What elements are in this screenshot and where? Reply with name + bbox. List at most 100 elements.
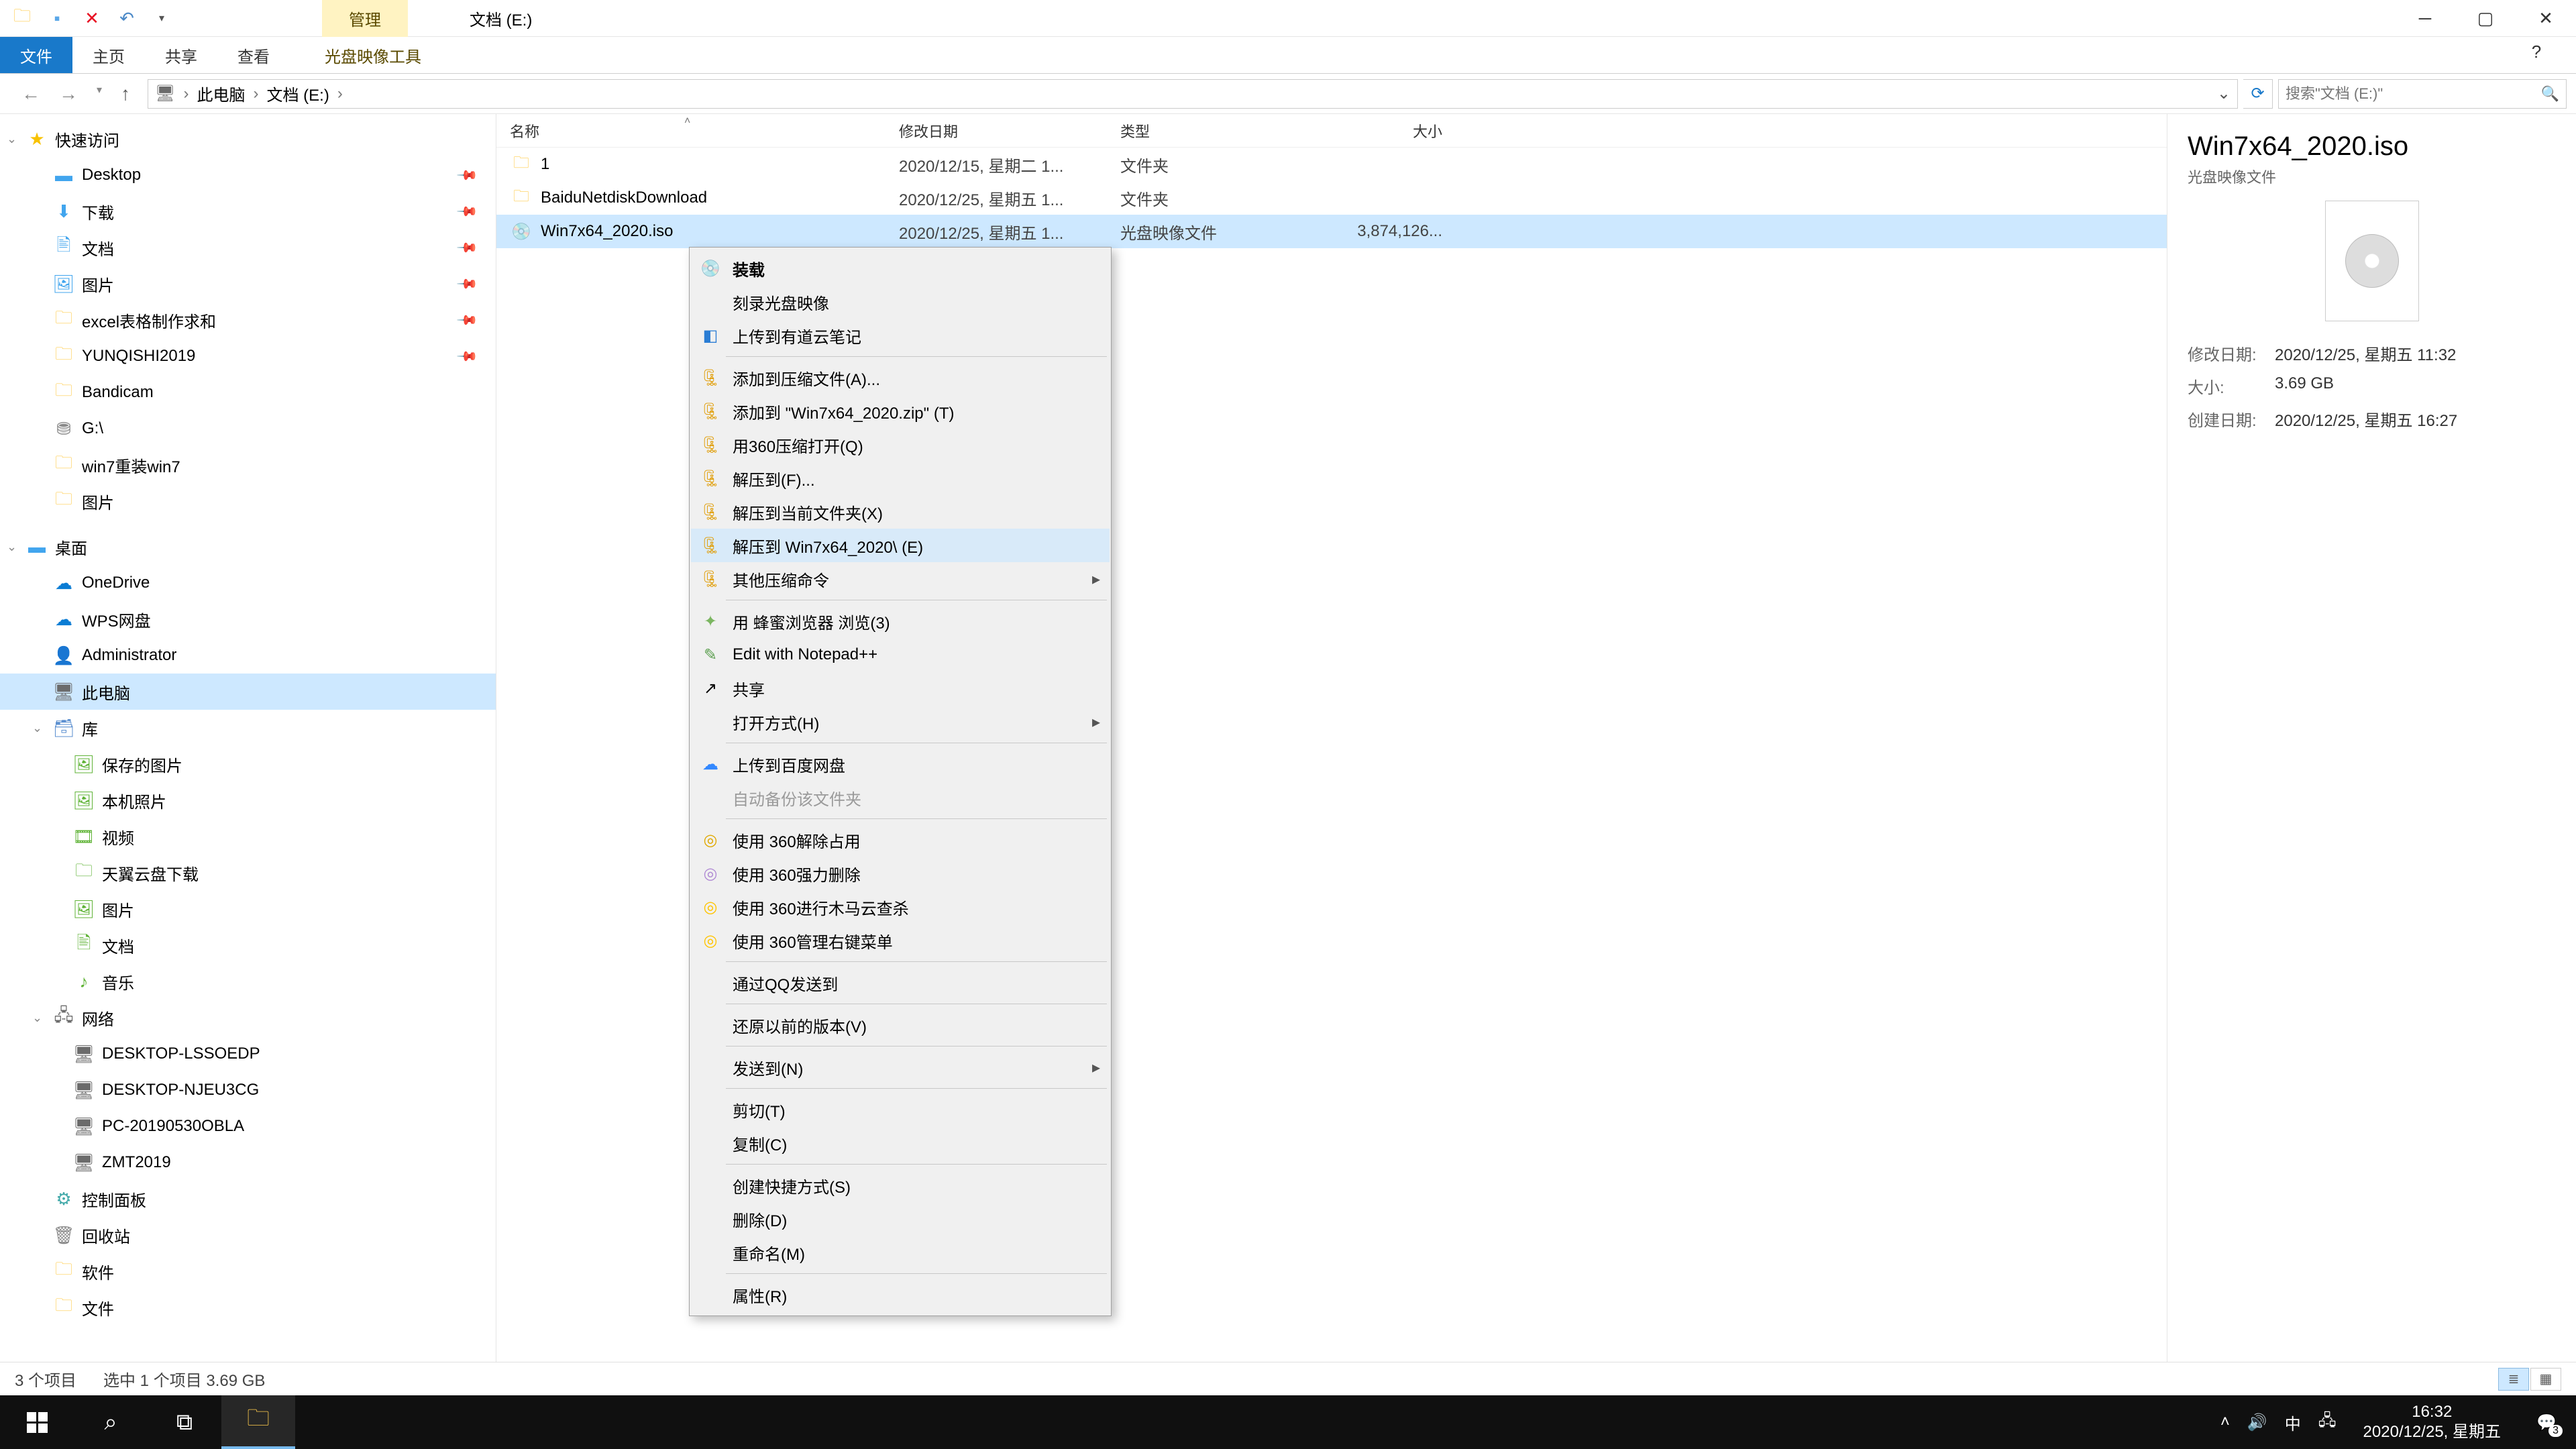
up-button[interactable]: ↑ bbox=[121, 83, 130, 105]
sidebar-item-gdrive[interactable]: ⛃G:\ bbox=[0, 411, 496, 447]
file-row[interactable]: 🗀 1 2020/12/15, 星期二 1... 文件夹 bbox=[496, 148, 2167, 181]
sidebar-item-documents[interactable]: 🖹文档📌 bbox=[0, 229, 496, 266]
minimize-button[interactable]: ─ bbox=[2395, 0, 2455, 37]
action-center-button[interactable]: 💬3 bbox=[2528, 1403, 2565, 1441]
view-thumbnails-button[interactable]: ▦ bbox=[2530, 1368, 2561, 1391]
ctx-rename[interactable]: 重命名(M) bbox=[691, 1236, 1110, 1269]
search-icon[interactable]: 🔍 bbox=[2541, 85, 2559, 103]
caret-down-icon[interactable]: ⌄ bbox=[7, 132, 17, 146]
breadcrumb-dropdown-icon[interactable]: ⌄ bbox=[2217, 84, 2231, 103]
ctx-extract-folder[interactable]: 🗜解压到 Win7x64_2020\ (E) bbox=[691, 529, 1110, 562]
ctx-notepadpp[interactable]: ✎Edit with Notepad++ bbox=[691, 638, 1110, 672]
search-box[interactable]: 🔍 bbox=[2278, 79, 2567, 109]
tab-view[interactable]: 查看 bbox=[217, 37, 290, 73]
col-name[interactable]: 名称 bbox=[510, 120, 899, 142]
ctx-extract-here[interactable]: 🗜解压到当前文件夹(X) bbox=[691, 495, 1110, 529]
ctx-properties[interactable]: 属性(R) bbox=[691, 1278, 1110, 1311]
taskbar-clock[interactable]: 16:32 2020/12/25, 星期五 bbox=[2354, 1402, 2510, 1442]
sidebar-item-pictures[interactable]: 🖼图片📌 bbox=[0, 266, 496, 302]
ctx-cut[interactable]: 剪切(T) bbox=[691, 1093, 1110, 1126]
help-icon[interactable]: ? bbox=[2506, 42, 2567, 62]
sidebar-item-netpc[interactable]: 🖥DESKTOP-NJEU3CG bbox=[0, 1072, 496, 1108]
sidebar-item-excel[interactable]: 🗀excel表格制作求和📌 bbox=[0, 302, 496, 338]
sidebar-item-wps[interactable]: ☁WPS网盘 bbox=[0, 601, 496, 637]
sidebar-item-bandicam[interactable]: 🗀Bandicam bbox=[0, 374, 496, 411]
ctx-360-trojan[interactable]: ◎使用 360进行木马云查杀 bbox=[691, 890, 1110, 924]
ctx-open-360zip[interactable]: 🗜用360压缩打开(Q) bbox=[691, 428, 1110, 462]
tab-home[interactable]: 主页 bbox=[72, 37, 145, 73]
ctx-baidu-upload[interactable]: ☁上传到百度网盘 bbox=[691, 747, 1110, 781]
refresh-button[interactable]: ⟳ bbox=[2243, 79, 2273, 109]
sidebar-item-admin[interactable]: 👤Administrator bbox=[0, 637, 496, 674]
sidebar-item-documents-lib[interactable]: 🖹文档 bbox=[0, 927, 496, 963]
sidebar-item-downloads[interactable]: ⬇下载📌 bbox=[0, 193, 496, 229]
ctx-share[interactable]: ↗共享 bbox=[691, 672, 1110, 705]
ctx-restore-version[interactable]: 还原以前的版本(V) bbox=[691, 1008, 1110, 1042]
sidebar-desktop-header[interactable]: ⌄▬桌面 bbox=[0, 529, 496, 565]
caret-down-icon[interactable]: ⌄ bbox=[32, 1011, 42, 1025]
qat-dropdown-icon[interactable]: ▾ bbox=[152, 8, 172, 28]
ctx-send-to[interactable]: 发送到(N)▸ bbox=[691, 1051, 1110, 1084]
sidebar-item-control-panel[interactable]: ⚙控制面板 bbox=[0, 1181, 496, 1217]
ctx-extract-to[interactable]: 🗜解压到(F)... bbox=[691, 462, 1110, 495]
caret-down-icon[interactable]: ⌄ bbox=[7, 540, 17, 554]
sidebar-item-pictures-lib[interactable]: 🖼图片 bbox=[0, 891, 496, 927]
sidebar-item-pictures2[interactable]: 🗀图片 bbox=[0, 483, 496, 519]
col-type[interactable]: 类型 bbox=[1120, 120, 1308, 142]
ctx-open-with[interactable]: 打开方式(H)▸ bbox=[691, 705, 1110, 739]
start-button[interactable] bbox=[0, 1395, 74, 1449]
ctx-mount[interactable]: 💿装载 bbox=[691, 252, 1110, 285]
taskbar-explorer-button[interactable]: 🗀 bbox=[221, 1395, 295, 1449]
qat-props-icon[interactable]: ▪ bbox=[47, 8, 67, 28]
sidebar-item-tianyi[interactable]: 🗀天翼云盘下载 bbox=[0, 855, 496, 891]
ctx-delete[interactable]: 删除(D) bbox=[691, 1202, 1110, 1236]
sidebar-item-thispc[interactable]: 🖥此电脑 bbox=[0, 674, 496, 710]
sidebar-item-saved-pictures[interactable]: 🖼保存的图片 bbox=[0, 746, 496, 782]
ctx-qq-send[interactable]: 通过QQ发送到 bbox=[691, 966, 1110, 1000]
forward-button[interactable]: → bbox=[59, 83, 78, 105]
qat-undo-icon[interactable]: ↶ bbox=[117, 8, 137, 28]
tray-network-icon[interactable]: 🖧 bbox=[2318, 1409, 2337, 1436]
ctx-other-compress[interactable]: 🗜其他压缩命令▸ bbox=[691, 562, 1110, 596]
sidebar-item-netpc[interactable]: 🖥DESKTOP-LSSOEDP bbox=[0, 1036, 496, 1072]
tab-file[interactable]: 文件 bbox=[0, 37, 72, 73]
ctx-360-forcedel[interactable]: ◎使用 360强力删除 bbox=[691, 857, 1110, 890]
sidebar-item-onedrive[interactable]: ☁OneDrive bbox=[0, 565, 496, 601]
ctx-add-zip[interactable]: 🗜添加到 "Win7x64_2020.zip" (T) bbox=[691, 394, 1110, 428]
sidebar-item-camera-roll[interactable]: 🖼本机照片 bbox=[0, 782, 496, 818]
tray-volume-icon[interactable]: 🔊 bbox=[2247, 1413, 2267, 1432]
taskbar-search-button[interactable]: ⌕ bbox=[74, 1395, 148, 1449]
chevron-right-icon[interactable]: › bbox=[250, 85, 263, 103]
ctx-copy[interactable]: 复制(C) bbox=[691, 1126, 1110, 1160]
tray-overflow-icon[interactable]: ˄ bbox=[2220, 1413, 2230, 1432]
task-view-button[interactable]: ⧉ bbox=[148, 1395, 221, 1449]
file-row-selected[interactable]: 💿 Win7x64_2020.iso 2020/12/25, 星期五 1... … bbox=[496, 215, 2167, 248]
sidebar-item-files[interactable]: 🗀文件 bbox=[0, 1289, 496, 1326]
col-modified[interactable]: 修改日期 bbox=[899, 120, 1120, 142]
breadcrumb-root[interactable]: 此电脑 bbox=[197, 82, 246, 105]
ctx-youdao[interactable]: ◧上传到有道云笔记 bbox=[691, 319, 1110, 352]
qat-delete-icon[interactable]: ✕ bbox=[82, 8, 102, 28]
caret-down-icon[interactable]: ⌄ bbox=[32, 721, 42, 735]
ctx-shortcut[interactable]: 创建快捷方式(S) bbox=[691, 1169, 1110, 1202]
sidebar-item-netpc[interactable]: 🖥ZMT2019 bbox=[0, 1144, 496, 1181]
tab-disc-image-tools[interactable]: 光盘映像工具 bbox=[305, 37, 441, 73]
file-row[interactable]: 🗀 BaiduNetdiskDownload 2020/12/25, 星期五 1… bbox=[496, 181, 2167, 215]
sidebar-item-netpc[interactable]: 🖥PC-20190530OBLA bbox=[0, 1108, 496, 1144]
breadcrumb-folder[interactable]: 文档 (E:) bbox=[267, 82, 329, 105]
sidebar-item-libraries[interactable]: ⌄🗃库 bbox=[0, 710, 496, 746]
ctx-360-unlock[interactable]: ◎使用 360解除占用 bbox=[691, 823, 1110, 857]
sidebar-item-software[interactable]: 🗀软件 bbox=[0, 1253, 496, 1289]
ctx-burn[interactable]: 刻录光盘映像 bbox=[691, 285, 1110, 319]
sidebar-item-yunqishi[interactable]: 🗀YUNQISHI2019📌 bbox=[0, 338, 496, 374]
sidebar-item-recycle[interactable]: 🗑回收站 bbox=[0, 1217, 496, 1253]
recent-dropdown-icon[interactable]: ▾ bbox=[97, 83, 102, 105]
view-details-button[interactable]: ≣ bbox=[2498, 1368, 2529, 1391]
sidebar-item-videos-lib[interactable]: 🎞视频 bbox=[0, 818, 496, 855]
breadcrumb[interactable]: 🖥 › 此电脑 › 文档 (E:) › ⌄ bbox=[148, 79, 2238, 109]
ctx-360-manage[interactable]: ◎使用 360管理右键菜单 bbox=[691, 924, 1110, 957]
chevron-right-icon[interactable]: › bbox=[180, 85, 193, 103]
tray-ime-icon[interactable]: 中 bbox=[2285, 1411, 2301, 1434]
sidebar-item-network[interactable]: ⌄🖧网络 bbox=[0, 1000, 496, 1036]
col-size[interactable]: 大小 bbox=[1308, 120, 1442, 142]
